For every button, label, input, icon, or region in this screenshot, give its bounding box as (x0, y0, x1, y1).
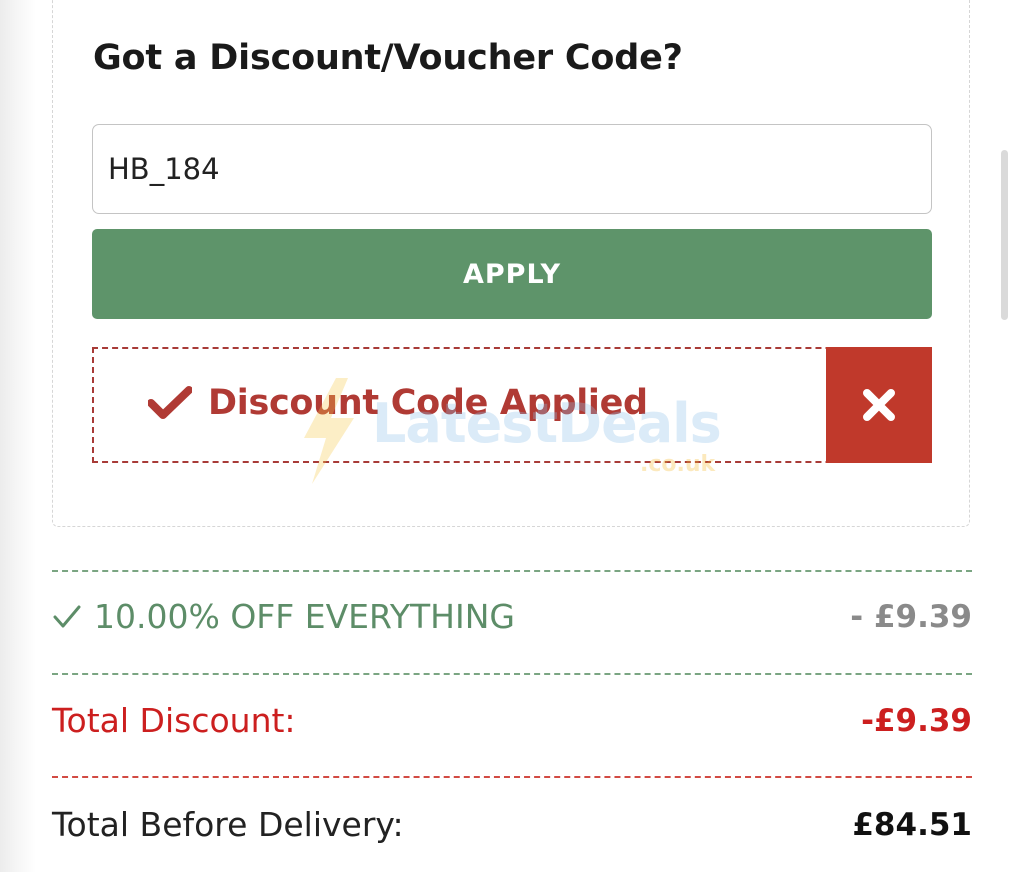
total-before-delivery-amount: £84.51 (852, 806, 972, 843)
summary-divider (52, 570, 972, 572)
offer-label: 10.00% OFF EVERYTHING (94, 597, 515, 636)
offer-amount: - £9.39 (850, 598, 972, 635)
offer-row: 10.00% OFF EVERYTHING - £9.39 (52, 597, 972, 636)
total-discount-label: Total Discount: (52, 701, 296, 740)
total-before-delivery-row: Total Before Delivery: £84.51 (52, 805, 972, 844)
apply-button[interactable]: APPLY (92, 229, 932, 319)
voucher-code-input[interactable] (92, 124, 932, 214)
total-discount-amount: -£9.39 (861, 702, 972, 739)
checkout-page: Got a Discount/Voucher Code? APPLY Disco… (0, 0, 1024, 872)
close-icon (863, 389, 895, 421)
scrollbar-thumb[interactable] (1001, 150, 1008, 320)
check-icon (53, 605, 81, 627)
summary-divider (52, 776, 972, 778)
discount-applied-message: Discount Code Applied (148, 383, 648, 423)
check-icon (148, 386, 192, 419)
remove-discount-button[interactable] (826, 347, 932, 463)
page-edge-shadow (0, 0, 36, 872)
voucher-title: Got a Discount/Voucher Code? (93, 38, 683, 78)
total-before-delivery-label: Total Before Delivery: (52, 805, 404, 844)
summary-divider (52, 673, 972, 675)
total-discount-row: Total Discount: -£9.39 (52, 701, 972, 740)
discount-applied-text: Discount Code Applied (208, 383, 648, 423)
